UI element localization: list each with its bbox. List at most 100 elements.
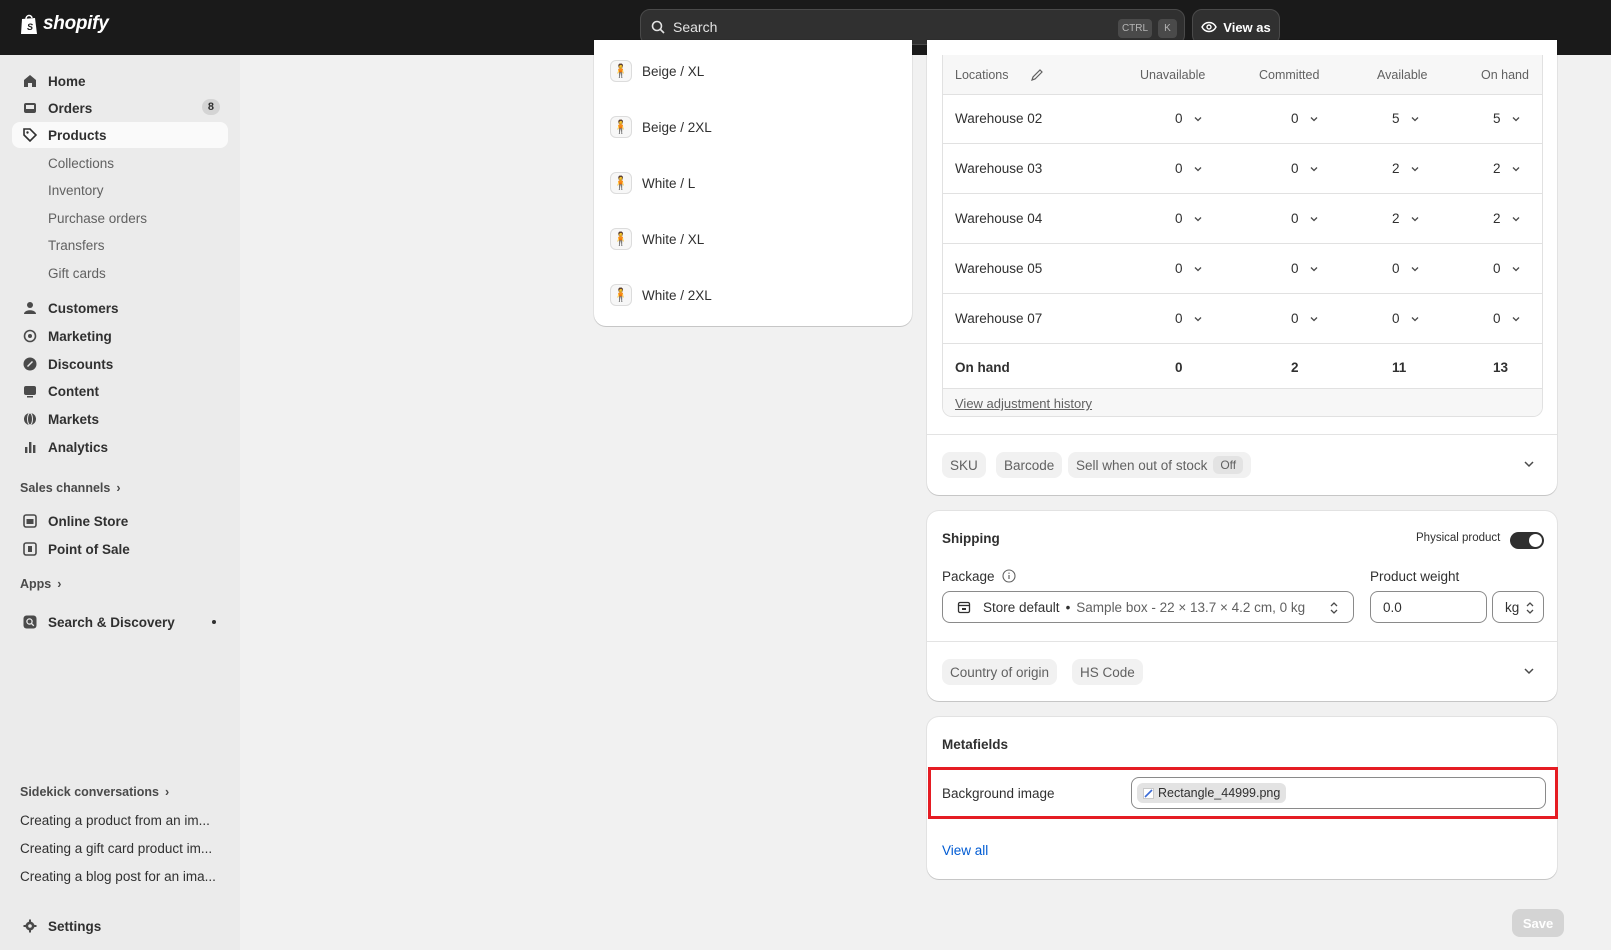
- variant-thumbnail: 🧍: [610, 172, 632, 194]
- sidebar-item-label: Point of Sale: [48, 541, 130, 557]
- committed-quantity-select[interactable]: 0: [1291, 211, 1319, 226]
- header-unavailable: Unavailable: [1140, 68, 1206, 82]
- quantity-value: 0: [1493, 311, 1501, 326]
- view-as-label: View as: [1223, 19, 1271, 35]
- chevron-down-icon: [1411, 316, 1418, 321]
- sidebar-item-products[interactable]: Products: [12, 122, 228, 148]
- total-committed: 2: [1291, 360, 1299, 375]
- apps-heading[interactable]: Apps ›: [20, 577, 61, 591]
- on-hand-quantity-select[interactable]: 5: [1493, 111, 1521, 126]
- quantity-value: 5: [1392, 111, 1400, 126]
- select-arrows-icon: [1526, 602, 1534, 614]
- inventory-table-header: Locations Unavailable Committed Availabl…: [943, 55, 1542, 95]
- chevron-down-icon: [1411, 166, 1418, 171]
- sidebar-sub-purchase-orders[interactable]: Purchase orders: [12, 205, 228, 231]
- variant-name: White / XL: [642, 231, 705, 247]
- sidebar-sub-inventory[interactable]: Inventory: [12, 177, 228, 203]
- chevron-down-icon: [1512, 316, 1519, 321]
- sidebar-item-label: Content: [48, 383, 99, 399]
- unavailable-quantity-select[interactable]: 0: [1175, 261, 1203, 276]
- save-button[interactable]: Save: [1512, 909, 1564, 937]
- inventory-row: Warehouse 07 0 0 0 0: [943, 295, 1542, 344]
- info-icon[interactable]: [1002, 569, 1016, 583]
- quantity-value: 0: [1291, 111, 1299, 126]
- quantity-value: 0: [1175, 161, 1183, 176]
- on-hand-quantity-select[interactable]: 2: [1493, 211, 1521, 226]
- sidebar-item-search-discovery[interactable]: Search & Discovery: [12, 609, 228, 635]
- sidebar-sub-gift-cards[interactable]: Gift cards: [12, 260, 228, 286]
- committed-quantity-select[interactable]: 0: [1291, 111, 1319, 126]
- sidebar-item-analytics[interactable]: Analytics: [12, 434, 228, 460]
- adjustment-history-bar: View adjustment history: [943, 389, 1542, 416]
- pencil-icon[interactable]: [1030, 68, 1044, 82]
- sidebar-item-label: Marketing: [48, 328, 112, 344]
- sidekick-conversation[interactable]: Creating a blog post for an ima...: [20, 869, 225, 884]
- variant-thumbnail: 🧍: [610, 228, 632, 250]
- sidekick-conversation[interactable]: Creating a product from an im...: [20, 813, 225, 828]
- on-hand-quantity-select[interactable]: 2: [1493, 161, 1521, 176]
- sidebar-item-label: Search & Discovery: [48, 614, 175, 630]
- sidebar-sub-transfers[interactable]: Transfers: [12, 232, 228, 258]
- sidekick-heading[interactable]: Sidekick conversations ›: [20, 785, 169, 799]
- variant-row[interactable]: 🧍 White / L: [610, 172, 695, 194]
- sidebar-item-content[interactable]: Content: [12, 378, 228, 404]
- sales-channels-heading[interactable]: Sales channels ›: [20, 481, 121, 495]
- barcode-chip[interactable]: Barcode: [996, 452, 1063, 478]
- weight-unit-select[interactable]: kg: [1492, 591, 1544, 623]
- available-quantity-select[interactable]: 2: [1392, 211, 1420, 226]
- committed-quantity-select[interactable]: 0: [1291, 311, 1319, 326]
- variant-row[interactable]: 🧍 Beige / XL: [610, 60, 704, 82]
- variant-name: Beige / 2XL: [642, 119, 712, 135]
- sidebar-item-markets[interactable]: Markets: [12, 406, 228, 432]
- sidebar-item-home[interactable]: Home: [12, 68, 228, 94]
- sell-out-of-stock-state-badge: Off: [1213, 456, 1244, 474]
- available-quantity-select[interactable]: 2: [1392, 161, 1420, 176]
- country-of-origin-chip[interactable]: Country of origin: [942, 659, 1058, 685]
- view-all-link[interactable]: View all: [942, 843, 988, 858]
- chart-icon: [25, 442, 36, 453]
- variant-row[interactable]: 🧍 White / 2XL: [610, 284, 712, 306]
- variants-card: 🧍 Beige / XL 🧍 Beige / 2XL 🧍 White / L 🧍…: [594, 40, 912, 326]
- file-chip[interactable]: Rectangle_44999.png: [1137, 783, 1287, 803]
- sidekick-conversation[interactable]: Creating a gift card product im...: [20, 841, 225, 856]
- chevron-down-icon: [1194, 116, 1201, 121]
- chevron-down-icon[interactable]: [1523, 458, 1535, 470]
- unavailable-quantity-select[interactable]: 0: [1175, 211, 1203, 226]
- inbox-icon: [24, 103, 36, 113]
- quantity-value: 0: [1175, 261, 1183, 276]
- view-adjustment-history-link[interactable]: View adjustment history: [955, 396, 1092, 411]
- sidebar-item-customers[interactable]: Customers: [12, 295, 228, 321]
- package-select[interactable]: Store default • Sample box - 22 × 13.7 ×…: [942, 591, 1354, 623]
- sidebar-item-marketing[interactable]: Marketing: [12, 323, 228, 349]
- sidebar-item-settings[interactable]: Settings: [12, 913, 228, 939]
- variant-row[interactable]: 🧍 White / XL: [610, 228, 704, 250]
- available-quantity-select[interactable]: 0: [1392, 261, 1420, 276]
- sku-chip[interactable]: SKU: [942, 452, 986, 478]
- weight-unit-value: kg: [1505, 599, 1520, 615]
- chevron-down-icon[interactable]: [1523, 665, 1535, 677]
- on-hand-quantity-select[interactable]: 0: [1493, 261, 1521, 276]
- background-image-field[interactable]: Rectangle_44999.png: [1131, 777, 1546, 809]
- product-weight-input[interactable]: 0.0: [1370, 591, 1487, 623]
- sidebar-item-point-of-sale[interactable]: Point of Sale: [12, 536, 228, 562]
- hs-code-chip[interactable]: HS Code: [1072, 659, 1143, 685]
- on-hand-quantity-select[interactable]: 0: [1493, 311, 1521, 326]
- sell-out-of-stock-chip[interactable]: Sell when out of stock Off: [1068, 452, 1252, 478]
- shopify-logo[interactable]: S shopify: [19, 13, 109, 35]
- physical-product-toggle[interactable]: [1510, 532, 1544, 549]
- sell-out-of-stock-label: Sell when out of stock: [1076, 457, 1208, 473]
- available-quantity-select[interactable]: 0: [1392, 311, 1420, 326]
- sidebar-sub-collections[interactable]: Collections: [12, 150, 228, 176]
- chevron-down-icon: [1194, 216, 1201, 221]
- sidebar-item-orders[interactable]: Orders 8: [12, 95, 228, 121]
- committed-quantity-select[interactable]: 0: [1291, 261, 1319, 276]
- unavailable-quantity-select[interactable]: 0: [1175, 161, 1203, 176]
- variant-row[interactable]: 🧍 Beige / 2XL: [610, 116, 712, 138]
- discount-icon: [23, 357, 37, 371]
- unavailable-quantity-select[interactable]: 0: [1175, 111, 1203, 126]
- sidebar-item-discounts[interactable]: Discounts: [12, 351, 228, 377]
- committed-quantity-select[interactable]: 0: [1291, 161, 1319, 176]
- sidebar-item-online-store[interactable]: Online Store: [12, 508, 228, 534]
- unavailable-quantity-select[interactable]: 0: [1175, 311, 1203, 326]
- available-quantity-select[interactable]: 5: [1392, 111, 1420, 126]
